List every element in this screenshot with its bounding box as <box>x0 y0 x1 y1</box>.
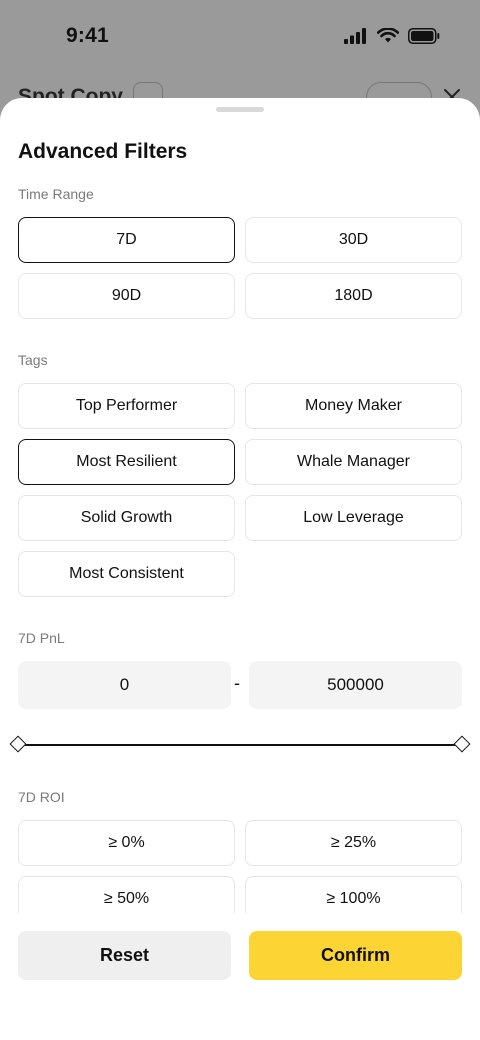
pnl-min-input[interactable]: 0 <box>18 661 231 709</box>
tag-option-most-resilient[interactable]: Most Resilient <box>18 439 235 485</box>
time-range-option-30d[interactable]: 30D <box>245 217 462 263</box>
time-range-option-90d[interactable]: 90D <box>18 273 235 319</box>
tag-option-top-performer[interactable]: Top Performer <box>18 383 235 429</box>
status-icons <box>344 28 440 44</box>
roi-label: 7D ROI <box>18 789 65 805</box>
pnl-slider-min-handle[interactable] <box>9 735 27 753</box>
tag-option-money-maker[interactable]: Money Maker <box>245 383 462 429</box>
time-range-option-180d[interactable]: 180D <box>245 273 462 319</box>
tag-option-whale-manager[interactable]: Whale Manager <box>245 439 462 485</box>
tag-option-solid-growth[interactable]: Solid Growth <box>18 495 235 541</box>
pnl-slider-track[interactable] <box>18 744 462 746</box>
pnl-slider-max-handle[interactable] <box>453 735 471 753</box>
time-range-option-7d[interactable]: 7D <box>18 217 235 263</box>
battery-icon <box>408 28 440 44</box>
tag-option-most-consistent[interactable]: Most Consistent <box>18 551 235 597</box>
wifi-icon <box>377 28 399 43</box>
advanced-filters-sheet: Advanced Filters Time Range 7D 30D 90D 1… <box>0 98 480 1040</box>
roi-option-25[interactable]: ≥ 25% <box>245 820 462 866</box>
status-bar: 9:41 <box>0 0 480 72</box>
confirm-button[interactable]: Confirm <box>249 931 462 980</box>
roi-option-0[interactable]: ≥ 0% <box>18 820 235 866</box>
sheet-footer: Reset Confirm <box>0 913 480 1040</box>
tags-label: Tags <box>18 352 48 368</box>
sheet-grabber[interactable] <box>216 107 264 112</box>
pnl-label: 7D PnL <box>18 630 65 646</box>
sheet-title: Advanced Filters <box>18 140 188 163</box>
cellular-signal-icon <box>344 28 366 44</box>
time-range-label: Time Range <box>18 186 94 202</box>
tag-option-low-leverage[interactable]: Low Leverage <box>245 495 462 541</box>
pnl-max-input[interactable]: 500000 <box>249 661 462 709</box>
reset-button[interactable]: Reset <box>18 931 231 980</box>
pnl-range-separator: - <box>234 673 240 693</box>
status-time: 9:41 <box>66 24 109 47</box>
